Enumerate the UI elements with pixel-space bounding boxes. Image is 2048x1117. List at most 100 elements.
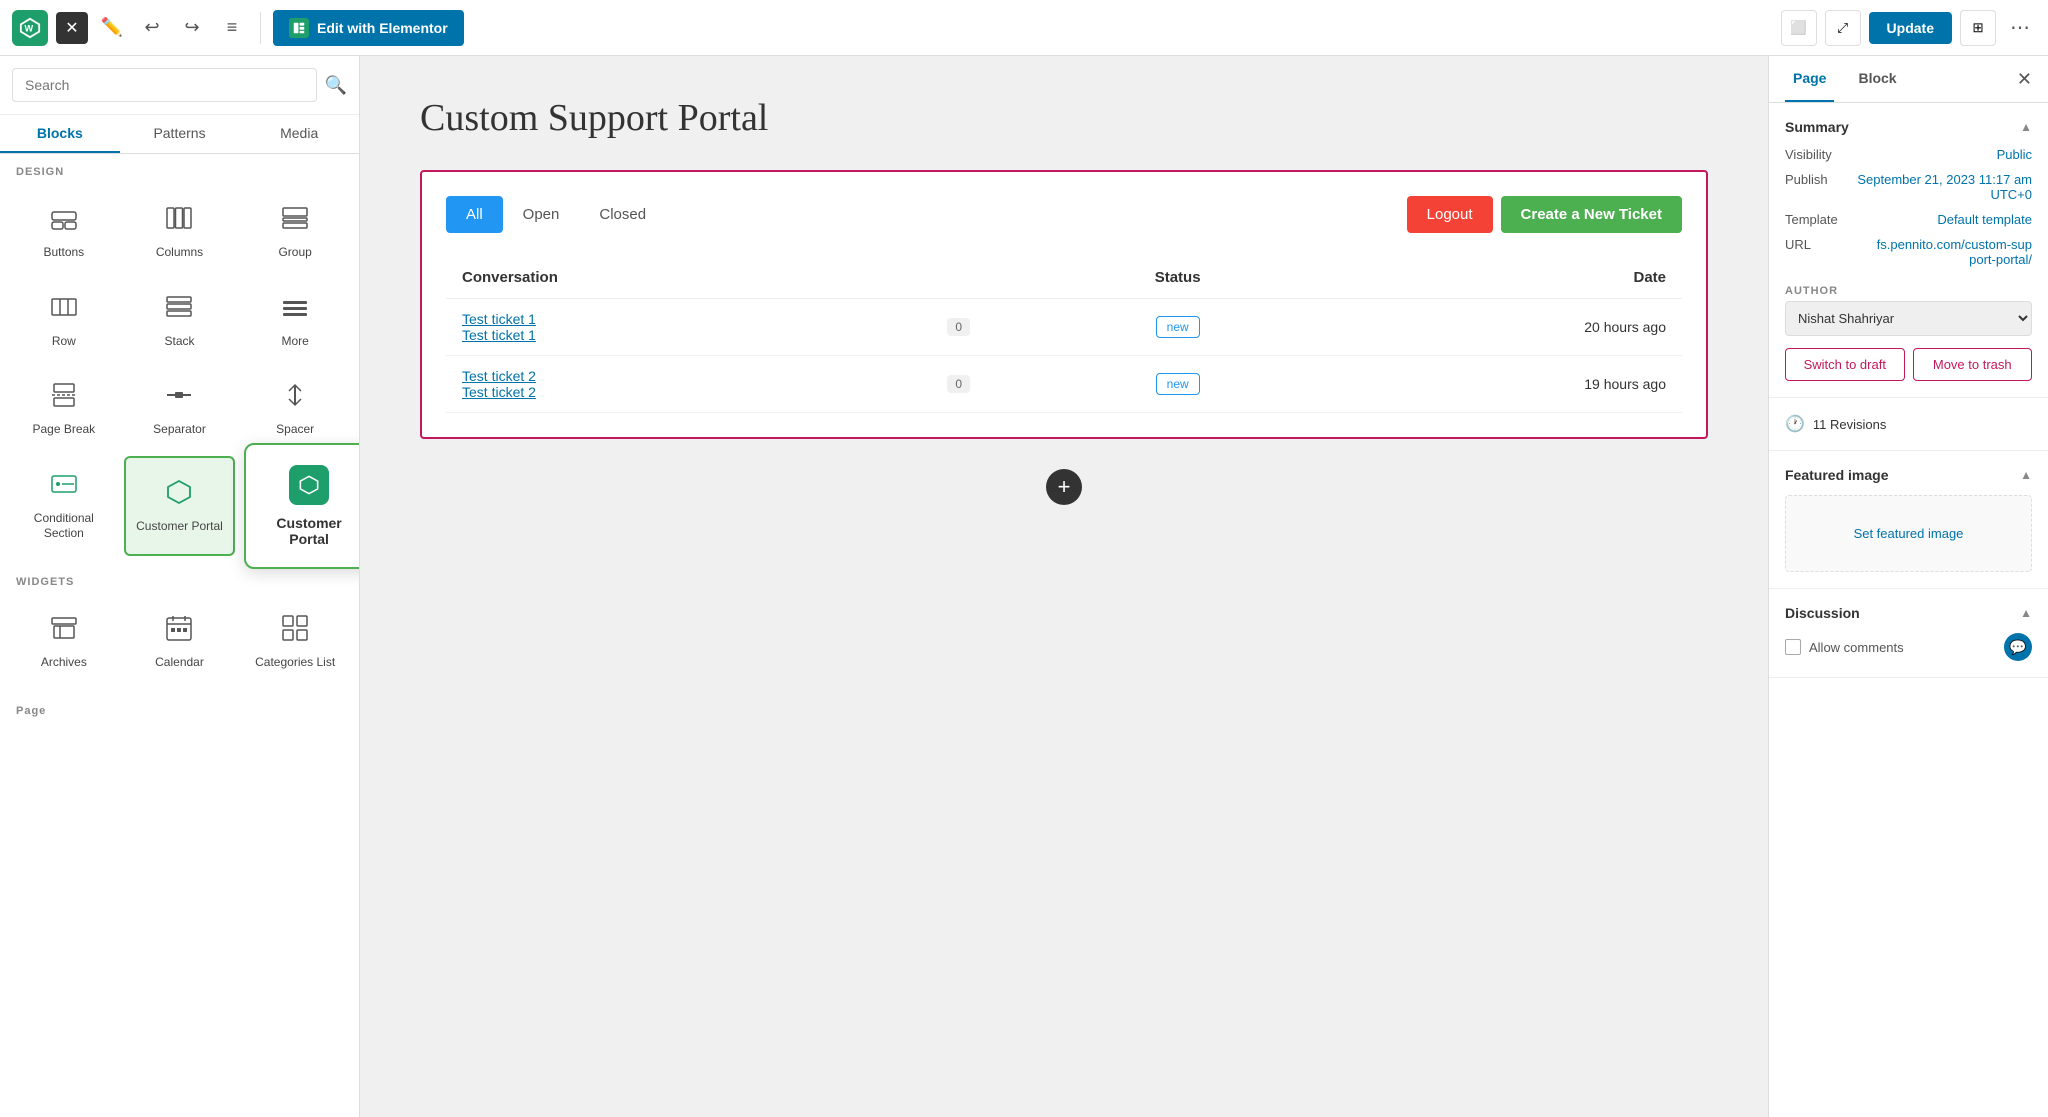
featured-image-header[interactable]: Featured image ▲ <box>1785 467 2032 483</box>
logo: W <box>12 10 48 46</box>
svg-text:W: W <box>25 23 34 33</box>
categories-list-icon <box>281 614 309 649</box>
undo-icon[interactable]: ↩ <box>136 12 168 44</box>
col-status: Status <box>1049 257 1306 299</box>
table-row: Test ticket 2 Test ticket 2 0 new 19 hou… <box>446 356 1682 413</box>
search-input[interactable] <box>12 68 317 102</box>
ticket-1-count: 0 <box>947 318 970 336</box>
publish-value[interactable]: September 21, 2023 11:17 am UTC+0 <box>1828 172 2032 202</box>
discussion-chevron: ▲ <box>2020 606 2032 620</box>
publish-row: Publish September 21, 2023 11:17 am UTC+… <box>1785 172 2032 202</box>
tab-all[interactable]: All <box>446 196 503 233</box>
logout-button[interactable]: Logout <box>1407 196 1493 233</box>
block-archives[interactable]: Archives <box>8 600 120 685</box>
featured-image-label: Featured image <box>1785 467 1888 483</box>
widgets-blocks-grid: Archives Calendar Categories List <box>0 592 359 693</box>
group-label: Group <box>278 245 311 261</box>
new-ticket-button[interactable]: Create a New Ticket <box>1501 196 1682 233</box>
ticket-1-link2[interactable]: Test ticket 1 <box>462 327 852 343</box>
summary-label: Summary <box>1785 119 1849 135</box>
revisions-label[interactable]: 11 Revisions <box>1813 417 1886 432</box>
view-mode-button[interactable]: ⬜ <box>1781 10 1817 46</box>
ticket-1-date: 20 hours ago <box>1306 299 1682 356</box>
spacer-label: Spacer <box>276 422 314 438</box>
allow-comments-row: Allow comments 💬 <box>1785 633 2032 661</box>
featured-image-section: Featured image ▲ Set featured image <box>1769 451 2048 589</box>
block-spacer[interactable]: Spacer <box>239 367 351 452</box>
expand-button[interactable]: ⤢ <box>1825 10 1861 46</box>
summary-header[interactable]: Summary ▲ <box>1785 119 2032 135</box>
add-block-button[interactable]: + <box>1046 469 1082 505</box>
chat-icon: 💬 <box>2004 633 2032 661</box>
separator-label: Separator <box>153 422 206 438</box>
revisions-section: 🕐 11 Revisions <box>1769 398 2048 451</box>
summary-section: Summary ▲ Visibility Public Publish Sept… <box>1769 103 2048 398</box>
design-blocks-grid: Buttons Columns Group Row <box>0 182 359 564</box>
block-row[interactable]: Row <box>8 279 120 364</box>
tab-patterns[interactable]: Patterns <box>120 115 240 153</box>
conditional-section-label: Conditional Section <box>16 511 112 542</box>
details-icon[interactable]: ≡ <box>216 12 248 44</box>
block-group[interactable]: Group <box>239 190 351 275</box>
revisions-row: 🕐 11 Revisions <box>1785 414 2032 434</box>
tab-blocks[interactable]: Blocks <box>0 115 120 153</box>
close-button[interactable]: ✕ <box>56 12 88 44</box>
canvas: Custom Support Portal All Open Closed Lo… <box>360 56 1768 1117</box>
tab-closed[interactable]: Closed <box>579 196 666 233</box>
edit-elementor-button[interactable]: Edit with Elementor <box>273 10 464 46</box>
close-panel-button[interactable]: ✕ <box>2017 69 2032 90</box>
allow-comments-checkbox[interactable] <box>1785 639 1801 655</box>
update-button[interactable]: Update <box>1869 12 1952 44</box>
ticket-2-link2[interactable]: Test ticket 2 <box>462 384 852 400</box>
block-categories-list[interactable]: Categories List <box>239 600 351 685</box>
revisions-icon: 🕐 <box>1785 414 1805 434</box>
visibility-value[interactable]: Public <box>1997 147 2032 162</box>
ticket-2-link1[interactable]: Test ticket 2 <box>462 368 852 384</box>
group-icon <box>281 204 309 239</box>
tab-open[interactable]: Open <box>503 196 580 233</box>
archives-label: Archives <box>41 655 87 671</box>
categories-list-label: Categories List <box>255 655 335 671</box>
col-count <box>868 257 1049 299</box>
table-row: Test ticket 1 Test ticket 1 0 new 20 hou… <box>446 299 1682 356</box>
tab-block[interactable]: Block <box>1850 56 1904 102</box>
switch-draft-button[interactable]: Switch to draft <box>1785 348 1905 381</box>
action-buttons: Switch to draft Move to trash <box>1785 348 2032 381</box>
conditional-section-icon <box>50 470 78 505</box>
block-conditional-section[interactable]: Conditional Section <box>8 456 120 556</box>
search-area: 🔍 <box>0 56 359 115</box>
set-featured-image-button[interactable]: Set featured image <box>1785 495 2032 572</box>
allow-comments-label: Allow comments <box>1785 639 1904 655</box>
author-select[interactable]: Nishat Shahriyar <box>1785 301 2032 336</box>
template-value[interactable]: Default template <box>1937 212 2032 227</box>
archives-icon <box>50 614 78 649</box>
url-value[interactable]: fs.pennito.com/custom-support-portal/ <box>1872 237 2032 267</box>
portal-widget: All Open Closed Logout Create a New Tick… <box>420 170 1708 439</box>
block-calendar[interactable]: Calendar <box>124 600 236 685</box>
block-separator[interactable]: Separator <box>124 367 236 452</box>
redo-icon[interactable]: ↪ <box>176 12 208 44</box>
ticket-1-status: new <box>1156 316 1200 338</box>
block-columns[interactable]: Columns <box>124 190 236 275</box>
row-icon <box>50 293 78 328</box>
block-more[interactable]: More <box>239 279 351 364</box>
block-page-break[interactable]: Page Break <box>8 367 120 452</box>
tab-page[interactable]: Page <box>1785 56 1834 102</box>
pen-icon[interactable]: ✏️ <box>96 12 128 44</box>
search-button[interactable]: 🔍 <box>325 75 347 96</box>
ticket-1-link1[interactable]: Test ticket 1 <box>462 311 852 327</box>
block-stack[interactable]: Stack <box>124 279 236 364</box>
template-button[interactable]: ⊞ <box>1960 10 1996 46</box>
url-row: URL fs.pennito.com/custom-support-portal… <box>1785 237 2032 267</box>
move-trash-button[interactable]: Move to trash <box>1913 348 2033 381</box>
discussion-header[interactable]: Discussion ▲ <box>1785 605 2032 621</box>
block-customer-portal[interactable]: Customer Portal Customer Portal 🖱️ <box>124 456 236 556</box>
more-options-button[interactable]: ⋯ <box>2004 12 2036 44</box>
ticket-2-count-cell: 0 <box>868 356 1049 413</box>
ticket-1-name: Test ticket 1 Test ticket 1 <box>446 299 868 356</box>
ticket-1-status-cell: new <box>1049 299 1306 356</box>
block-buttons[interactable]: Buttons <box>8 190 120 275</box>
publish-label: Publish <box>1785 172 1828 187</box>
customer-portal-tooltip: Customer Portal 🖱️ <box>244 443 360 569</box>
tab-media[interactable]: Media <box>239 115 359 153</box>
